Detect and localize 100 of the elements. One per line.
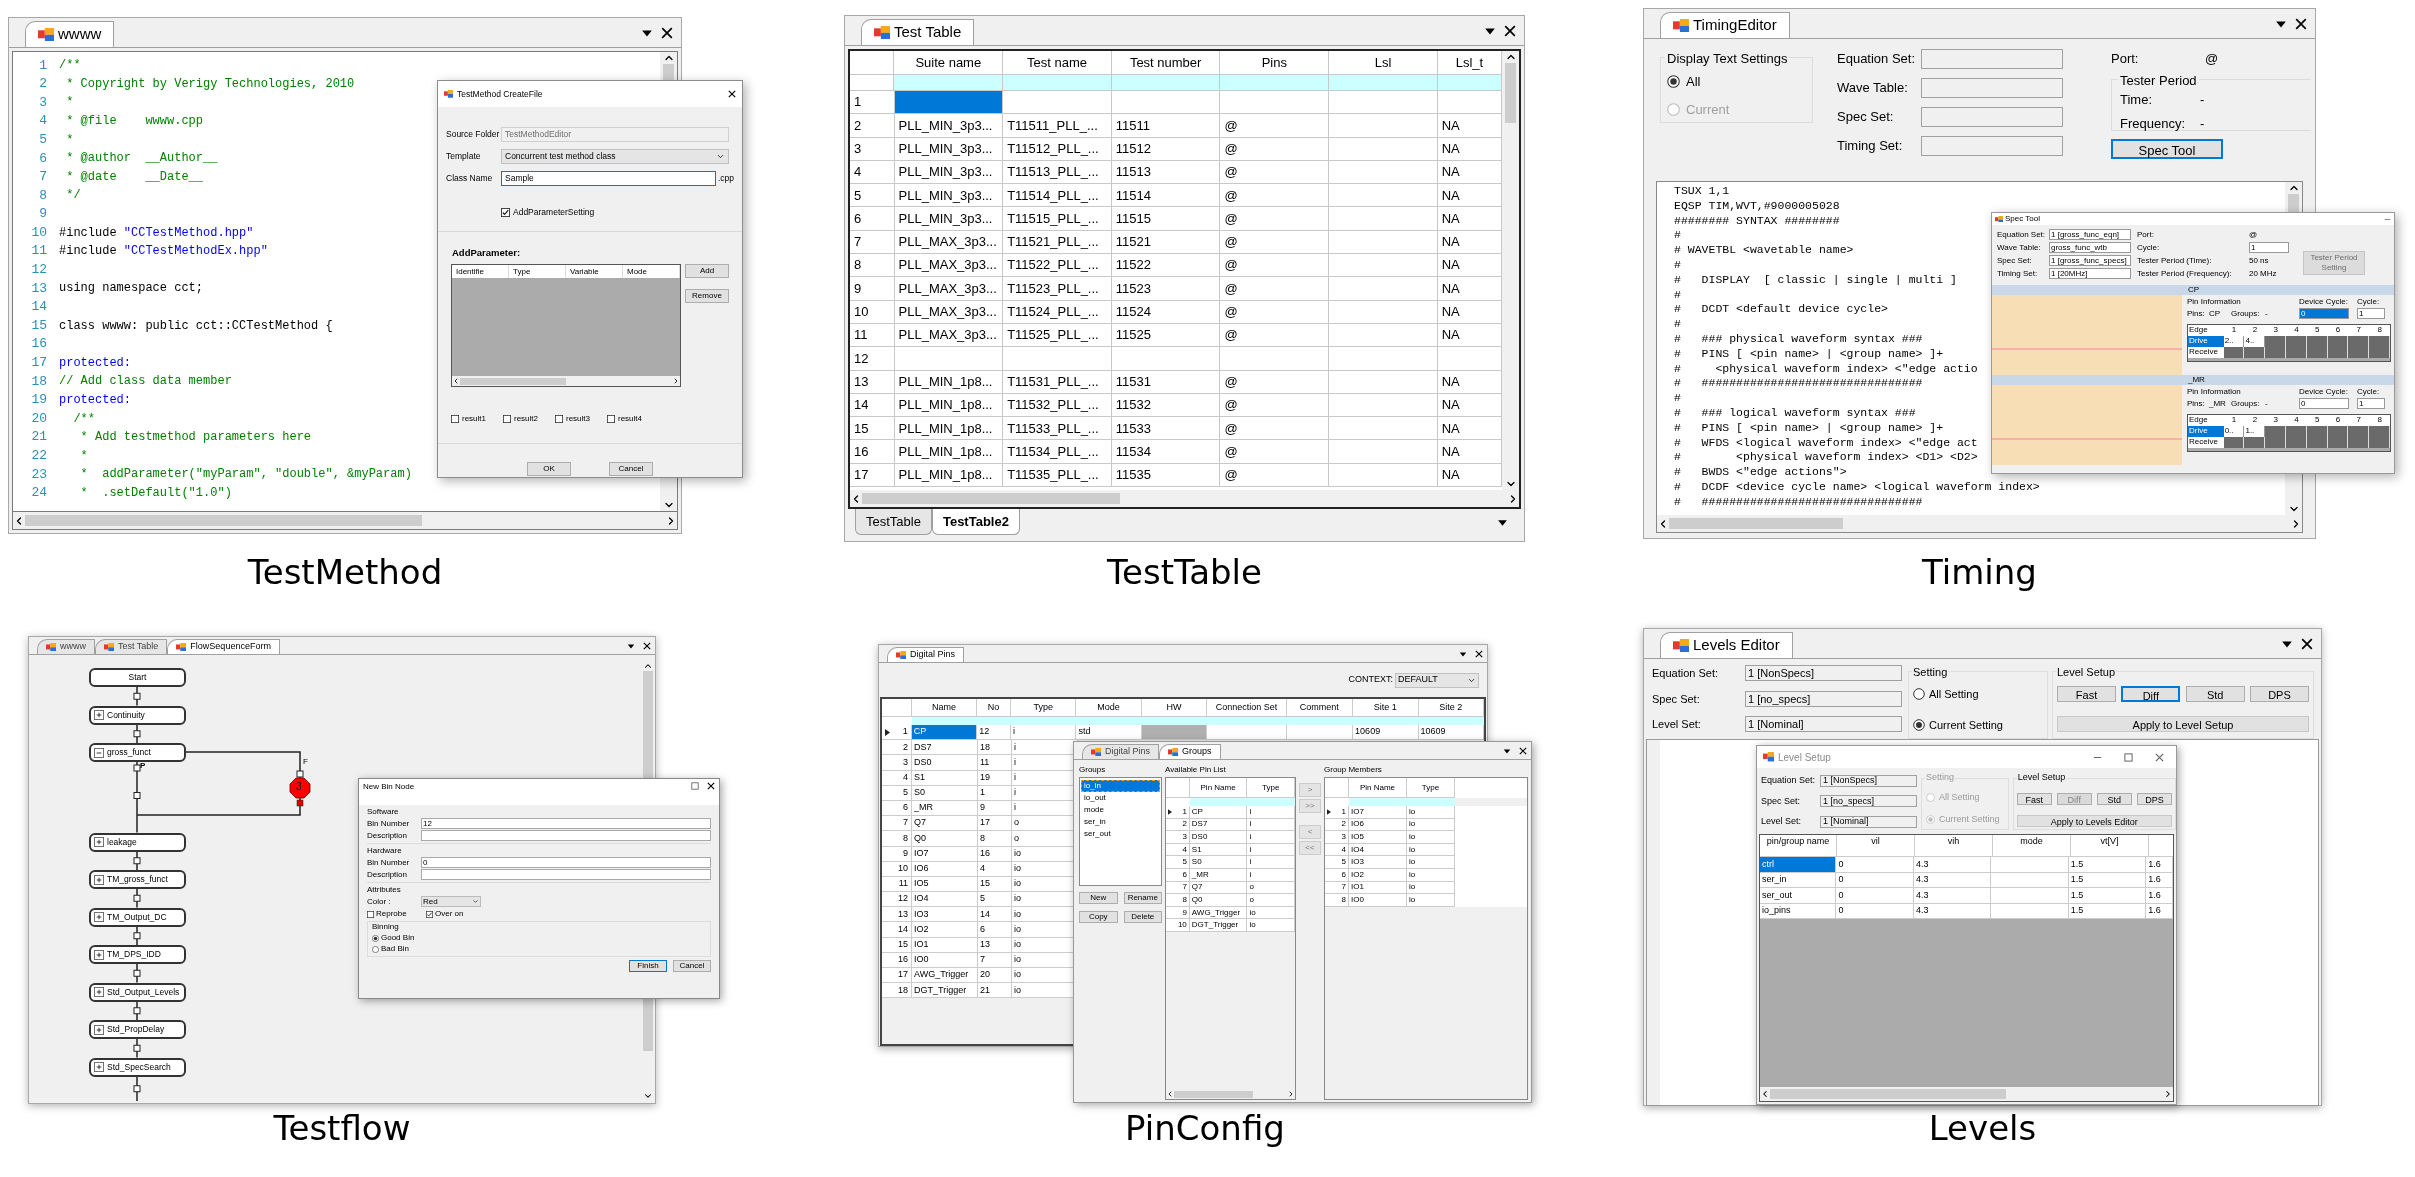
checkbox-label: result2 [514,413,538,425]
caption: TestTable [1107,552,1262,592]
code-line: # [1674,228,1681,244]
code-line: # <physical waveform index> <D1> <D2> [1674,450,1978,466]
field-label: Tester Period (Time): [2137,255,2213,266]
table-cell: i [1247,806,1295,819]
field-label: Wave Table: [1837,79,1909,98]
code-line: ######## SYNTAX ######## [1674,213,1840,229]
code-line: /** [72,410,95,428]
field-label: Spec Set: [1652,691,1701,707]
row-number: 15 [850,417,895,441]
table-cell: io [1407,856,1455,869]
section-label: Groups [1079,764,1107,776]
grid-header: 5 [2314,415,2321,426]
grid-row-label: Drive [2188,426,2224,437]
line-number: 10 [30,223,47,242]
code-line: # [1674,258,1681,273]
field-label: Port: [2137,229,2155,240]
field-label: Cycle: [2357,387,2380,397]
table-cell: IO3 [1349,856,1407,869]
code-line: # DCDF <device cycle name> <logical waveform index> [1674,479,2040,495]
row-number: 2 [903,740,908,754]
code-line: // Add class data member [59,373,232,391]
field-label: Template [446,150,482,163]
field-label: Groups: [2231,308,2261,319]
table-cell: 20 [978,968,1012,984]
grid-cell: 4.. [2244,336,2266,347]
table-cell: io [1407,831,1455,844]
code-line: # ### logical waveform syntax ### [1674,405,1916,421]
row-number: 11 [898,877,908,891]
line-number: 7 [38,168,47,187]
table-cell: io [1407,868,1455,882]
grid-header: 2 [2251,415,2259,426]
field-label: Spec Set: [1997,255,2033,266]
code-line: class wwww: public cct::CCTestMethod { [59,317,333,335]
code-line: # PINS [ <pin name> | <group name> ]+ [1674,420,1944,436]
row-number: 1 [850,91,895,115]
row-number: 2 [1182,818,1187,831]
table-cell: 4.3 [1913,857,1992,873]
row-number: 8 [850,254,895,278]
row-number: 3 [903,755,908,769]
group-title: Level Setup [2016,771,2067,785]
line-number: 6 [38,149,47,168]
checkbox-label: Over on [435,909,464,919]
field-label: Port: [2111,50,2140,69]
code-line: * Copyright by Verigy Technologies, 2010 [65,75,355,93]
line-number: 24 [30,484,47,503]
field-value: _MR [2209,398,2227,409]
table-cell: IO0 [1349,894,1407,907]
row-number: 10 [850,300,895,324]
table-cell: 4.3 [1913,888,1992,904]
grid-header: 6 [2334,325,2342,336]
pass-label: P [140,761,146,770]
field-label: Equation Set: [1837,50,1917,69]
row-number: 3 [1341,831,1346,843]
line-number: 8 [38,186,47,205]
field-label: Tester Period (Frequency): [2137,268,2233,279]
table-cell: 12 [977,725,1011,741]
grid-header: 2 [2251,325,2259,336]
table-cell: 6 [978,922,1012,938]
field-label: Equation Set: [1761,774,1817,787]
field-label: Timing Set: [1997,268,2039,279]
section-label: Available Pin List [1165,764,1227,776]
group-title: Software [367,807,400,817]
field-label: Description [367,830,408,841]
file-extension: .cpp [717,172,734,185]
table-cell: 10609 [1418,725,1484,741]
row-number: 16 [898,953,908,967]
table-cell: _MR [1189,868,1248,882]
row-number: 13 [850,370,895,394]
table-cell: i [1011,725,1077,741]
code-line: /** [59,57,81,75]
field-label: Class Name [446,172,494,185]
row-number: 6 [1182,868,1187,881]
code-line: * [79,447,88,465]
code-line: # <physical waveform index> <"edge actio [1674,361,1978,377]
code-line: * [65,94,74,112]
field-label: Level Set: [1761,815,1803,828]
radio-label: Current Setting [1939,812,2000,826]
radio-label: All Setting [1939,791,1980,804]
table-cell: 14 [978,907,1012,923]
field-value: - [2200,91,2205,109]
row-number: 4 [903,770,908,784]
line-number: 23 [30,465,47,484]
code-line: # DISPLAY [ classic | single | multi ] [1674,272,1957,288]
line-number: 5 [38,130,47,149]
row-number: 3 [1182,831,1187,843]
grid-header: 8 [2376,325,2383,336]
code-line: * @file wwww.cpp [65,113,204,131]
caption: Testflow [273,1108,411,1148]
row-number: 11 [850,323,895,348]
field-label: Color : [367,896,392,907]
table-cell: IO2 [1349,868,1407,882]
grid-header: 1 [2230,415,2238,426]
checkbox-label: result3 [566,413,590,425]
column-header: Type [509,265,566,278]
code-line: protected: [59,354,131,372]
code-line: * addParameter("myParam", "double", &myParam) [79,466,412,484]
code-line: # DCDT <default device cycle> [1674,302,1888,318]
grid-header: 3 [2272,415,2279,426]
